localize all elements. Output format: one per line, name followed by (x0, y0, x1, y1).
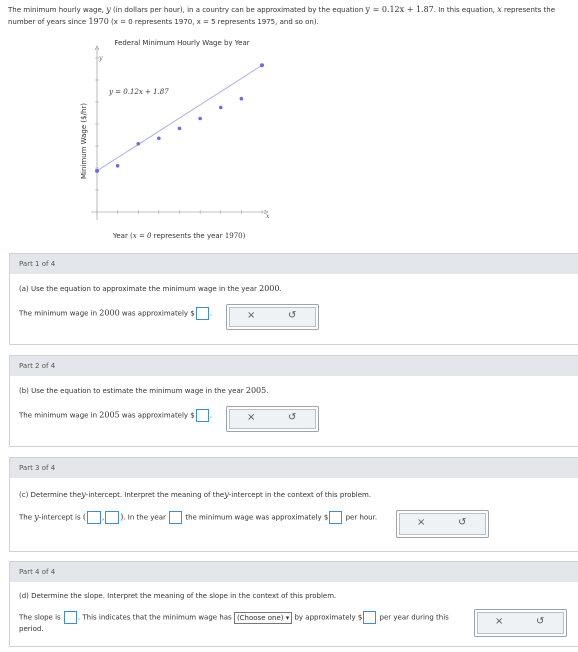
var-x: x (497, 5, 502, 14)
data-point (239, 96, 244, 101)
wage-chart: Federal Minimum Hourly Wage by Year Mini… (80, 39, 270, 240)
part-answer-cont: period. (19, 625, 44, 633)
clear-button[interactable]: × (495, 616, 503, 627)
answer-input[interactable] (195, 307, 209, 320)
var-y: y (106, 5, 111, 14)
answer-tools: × ↺ (226, 304, 319, 330)
answer-tools: × ↺ (474, 609, 567, 637)
x-axis-letter: x (266, 213, 270, 220)
chart-title: Federal Minimum Hourly Wage by Year (114, 39, 249, 47)
part-header: Part 1 of 4 (10, 254, 578, 274)
trend-endpoint (260, 63, 264, 68)
rate-input[interactable] (363, 611, 377, 624)
answer-tools: × ↺ (396, 510, 489, 538)
data-point (177, 126, 182, 131)
data-point (157, 136, 161, 141)
undo-button[interactable]: ↺ (288, 310, 296, 321)
year-input[interactable] (169, 511, 183, 524)
part-header: Part 2 of 4 (10, 356, 578, 376)
part-question: (d) Determine the slope. Interpret the m… (19, 592, 337, 600)
part-answer: The y-intercept is (,). In the year the … (19, 511, 377, 524)
intro-text: . In this equation, (433, 6, 496, 14)
clear-button[interactable]: × (417, 517, 425, 528)
data-point (198, 116, 202, 121)
intercept-y-input[interactable] (105, 511, 120, 524)
intro-text: (x = 0 represents 1970, x = 5 represents… (111, 18, 319, 26)
intro-text: The minimum hourly wage, (8, 6, 105, 14)
part-header: Part 3 of 4 (10, 458, 578, 478)
wage-input[interactable] (329, 511, 343, 524)
intercept-x-input[interactable] (87, 511, 101, 524)
clear-button[interactable]: × (247, 310, 255, 321)
part-header: Part 4 of 4 (10, 562, 578, 582)
intro-text: represents the (504, 6, 556, 14)
y-axis-label: Minimum Wage ($/hr) (80, 103, 88, 179)
undo-button[interactable]: ↺ (458, 517, 466, 528)
axes (91, 45, 269, 220)
answer-tools: × ↺ (226, 406, 319, 432)
intro-text: number of years since (8, 18, 87, 26)
undo-button[interactable]: ↺ (536, 616, 544, 627)
data-point (136, 142, 141, 146)
trend-line (96, 64, 263, 172)
part-question: (b) Use the equation to estimate the min… (19, 386, 269, 395)
trend-equation-label: y = 0.12x + 1.87 (108, 88, 169, 96)
part-answer: The slope is . This indicates that the m… (19, 611, 449, 624)
direction-select[interactable]: (Choose one) ▾ (233, 611, 293, 624)
part-2: Part 2 of 4 (b) Use the equation to esti… (9, 355, 578, 447)
x-axis-label: Year (x = 0 represents the year 1970) (112, 232, 246, 240)
part-question: (a) Use the equation to approximate the … (19, 284, 282, 293)
part-3: Part 3 of 4 (c) Determine they-intercept… (9, 457, 578, 552)
undo-button[interactable]: ↺ (288, 412, 296, 423)
slope-input[interactable] (63, 611, 77, 624)
data-point (218, 105, 223, 110)
y-axis-letter: y (98, 55, 103, 62)
answer-input[interactable] (195, 409, 209, 422)
part-answer: The minimum wage in 2000 was approximate… (19, 307, 212, 320)
clear-button[interactable]: × (247, 412, 255, 423)
equation: y = 0.12x + 1.87 (365, 5, 434, 14)
part-1: Part 1 of 4 (a) Use the equation to appr… (9, 253, 578, 345)
chart-marks (95, 63, 264, 173)
part-question: (c) Determine they-intercept. Interpret … (19, 490, 372, 499)
part-4: Part 4 of 4 (d) Determine the slope. Int… (9, 561, 578, 647)
problem-statement: The minimum hourly wage, y (in dollars p… (8, 4, 568, 28)
part-answer: The minimum wage in 2005 was approximate… (19, 409, 212, 422)
data-point (115, 164, 120, 168)
intro-text: (in dollars per hour), in a country can … (113, 6, 364, 14)
trend-endpoint (95, 168, 99, 173)
year-1970: 1970 (88, 17, 109, 26)
